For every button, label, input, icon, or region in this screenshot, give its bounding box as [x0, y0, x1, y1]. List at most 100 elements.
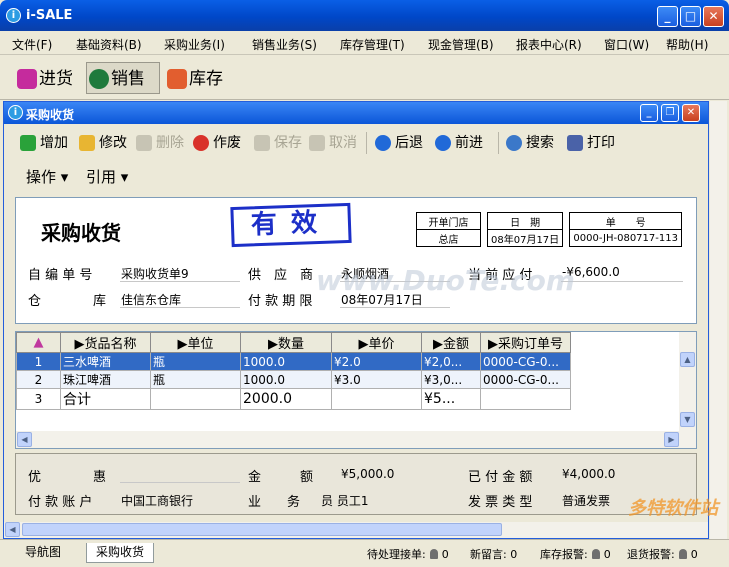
horizontal-scrollbar[interactable]: ◀ ▶ [16, 431, 681, 448]
scroll-left-icon[interactable]: ◀ [17, 432, 32, 447]
col-header-unit[interactable]: ▶单位 [150, 332, 241, 353]
col-header-order[interactable]: ▶采购订单号 [480, 332, 571, 353]
back-button[interactable]: 后退 [375, 132, 423, 154]
cell-order[interactable]: 0000-CG-0... [480, 352, 571, 371]
add-icon [20, 135, 36, 151]
cell-qty[interactable]: 1000.0 [240, 352, 332, 371]
cell-amount[interactable]: ¥2,0... [421, 352, 481, 371]
cell-unit [150, 388, 241, 410]
warehouse-field[interactable]: 佳信东仓库 [121, 291, 181, 308]
col-header-name[interactable]: ▶货品名称 [60, 332, 151, 353]
delete-label: 删除 [156, 135, 184, 151]
scroll-right-icon[interactable]: ▶ [664, 432, 679, 447]
cancel-button[interactable]: 取消 [309, 132, 357, 154]
quick-inventory-button[interactable]: 库存 [164, 62, 234, 94]
discount-label: 优 惠 [28, 470, 107, 485]
maximize-button[interactable]: □ [680, 6, 701, 27]
purchase-icon [17, 69, 37, 89]
field-underline [120, 281, 240, 282]
menu-cash[interactable]: 现金管理(B) [428, 36, 494, 53]
table-row[interactable]: 1 三水啤酒 瓶 1000.0 ¥2.0 ¥2,0... 0000-CG-0..… [16, 352, 571, 371]
edit-button[interactable]: 修改 [79, 132, 127, 154]
child-restore-button[interactable]: ❐ [661, 104, 679, 122]
col-header-price[interactable]: ▶单价 [331, 332, 422, 353]
invoice-type-field[interactable]: 普通发票 [562, 492, 610, 509]
self-no-field[interactable]: 采购收货单9 [121, 265, 189, 282]
items-table: ▲ ▶货品名称 ▶单位 ▶数量 ▶单价 ▶金额 ▶采购订单号 1 三水啤酒 瓶 … [16, 332, 571, 410]
vertical-scrollbar[interactable]: ▲ ▼ [679, 332, 696, 448]
operate-menu[interactable]: 操作 ▾ [26, 166, 68, 187]
print-button[interactable]: 打印 [567, 132, 615, 154]
scroll-up-icon[interactable]: ▲ [680, 352, 695, 367]
field-underline [340, 307, 450, 308]
mdi-vertical-scrollbar[interactable] [710, 101, 727, 539]
menu-sales[interactable]: 销售业务(S) [252, 36, 317, 53]
status-new-messages[interactable]: 新留言: 0 [470, 546, 517, 562]
self-no-label: 自 编 单 号 [28, 268, 93, 283]
add-button[interactable]: 增加 [20, 132, 68, 154]
table-row[interactable]: 2 珠江啤酒 瓶 1000.0 ¥3.0 ¥3,0... 0000-CG-0..… [16, 370, 571, 389]
save-label: 保存 [274, 135, 302, 151]
search-icon [506, 135, 522, 151]
child-window-icon: i [8, 105, 23, 120]
child-minimize-button[interactable]: _ [640, 104, 658, 122]
window-scrollbar[interactable]: ◀ [4, 522, 708, 538]
cell-name[interactable]: 三水啤酒 [60, 352, 151, 371]
tab-purchase-receipt[interactable]: 采购收货 [86, 543, 155, 563]
status-count: 0 [510, 548, 518, 561]
account-field[interactable]: 中国工商银行 [121, 492, 193, 509]
save-button[interactable]: 保存 [254, 132, 302, 154]
cell-unit[interactable]: 瓶 [150, 370, 241, 389]
menu-help[interactable]: 帮助(H) [666, 36, 708, 53]
menu-inventory[interactable]: 库存管理(T) [340, 36, 405, 53]
paid-amount-label: 已 付 金 额 [468, 470, 533, 485]
back-arrow-icon [375, 135, 391, 151]
cell-order [480, 388, 571, 410]
items-grid: ▲ ▶货品名称 ▶单位 ▶数量 ▶单价 ▶金额 ▶采购订单号 1 三水啤酒 瓶 … [15, 331, 697, 449]
cell-unit[interactable]: 瓶 [150, 352, 241, 371]
store-header: 开单门店 [416, 212, 481, 230]
quick-inventory-label: 库存 [189, 69, 223, 89]
status-pending-orders[interactable]: 待处理接单: 0 [367, 546, 449, 562]
due-date-label: 付 款 期 限 [248, 294, 313, 309]
menu-purchase[interactable]: 采购业务(I) [164, 36, 225, 53]
col-header-amount[interactable]: ▶金额 [421, 332, 481, 353]
scroll-thumb[interactable] [22, 523, 502, 536]
reference-menu[interactable]: 引用 ▾ [86, 166, 128, 187]
menu-window[interactable]: 窗口(W) [604, 36, 649, 53]
cell-order[interactable]: 0000-CG-0... [480, 370, 571, 389]
forward-arrow-icon [435, 135, 451, 151]
date-value: 08年07月17日 [486, 229, 564, 247]
cell-qty[interactable]: 1000.0 [240, 370, 332, 389]
cell-amount[interactable]: ¥3,0... [421, 370, 481, 389]
search-button[interactable]: 搜索 [506, 132, 554, 154]
forward-button[interactable]: 前进 [435, 132, 483, 154]
scroll-down-icon[interactable]: ▼ [680, 412, 695, 427]
window-right-edge [698, 102, 708, 522]
cell-price[interactable]: ¥2.0 [331, 352, 422, 371]
status-return-alerts[interactable]: 退货报警: 0 [627, 546, 698, 562]
app-titlebar: i i-SALE _ □ ✕ [0, 0, 729, 31]
status-label: 待处理接单: [367, 548, 426, 561]
minimize-button[interactable]: _ [657, 6, 678, 27]
cell-price[interactable]: ¥3.0 [331, 370, 422, 389]
warehouse-label: 仓 库 [28, 294, 107, 309]
tab-navigation[interactable]: 导航图 [16, 543, 70, 563]
store-value: 总店 [416, 229, 481, 247]
paid-amount-field[interactable]: ¥4,000.0 [562, 467, 615, 481]
staff-field[interactable]: 员 员工1 [321, 492, 368, 509]
void-button[interactable]: 作废 [193, 132, 241, 154]
menu-file[interactable]: 文件(F) [12, 36, 52, 53]
status-stock-alerts[interactable]: 库存报警: 0 [540, 546, 611, 562]
cell-name[interactable]: 珠江啤酒 [60, 370, 151, 389]
delete-button[interactable]: 删除 [136, 132, 184, 154]
quick-purchase-button[interactable]: 进货 [14, 62, 84, 94]
scroll-left-icon[interactable]: ◀ [5, 522, 20, 537]
quick-sales-button[interactable]: 销售 [86, 62, 160, 94]
menu-reports[interactable]: 报表中心(R) [516, 36, 582, 53]
delete-icon [136, 135, 152, 151]
col-header-qty[interactable]: ▶数量 [240, 332, 332, 353]
cell-total-label: 合计 [60, 388, 151, 410]
close-button[interactable]: ✕ [703, 6, 724, 27]
menu-basic-data[interactable]: 基础资料(B) [76, 36, 142, 53]
